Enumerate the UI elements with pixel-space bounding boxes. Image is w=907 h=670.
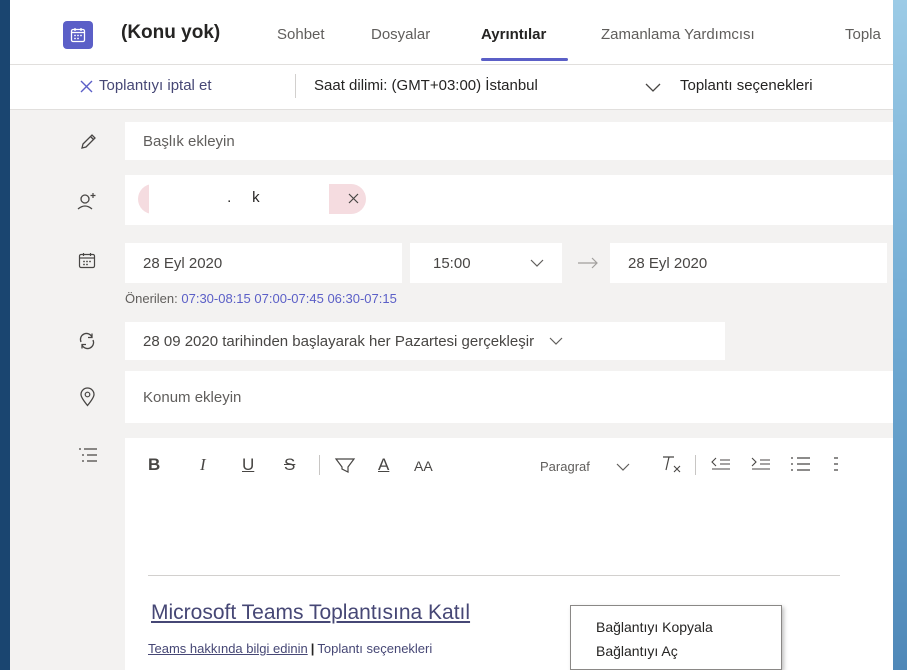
tab-ayrintilar[interactable]: Ayrıntılar	[481, 26, 546, 43]
remove-attendee-icon[interactable]	[348, 193, 359, 204]
recurrence-dropdown[interactable]: 28 09 2020 tarihinden başlayarak her Paz…	[125, 322, 725, 360]
strikethrough-button[interactable]: S	[284, 455, 295, 475]
highlighter-icon[interactable]	[334, 456, 356, 474]
bullet-list-icon[interactable]	[790, 456, 812, 472]
end-date-input[interactable]: 28 Eyl 2020	[610, 243, 887, 283]
teams-meeting-window: (Konu yok) Sohbet Dosyalar Ayrıntılar Za…	[10, 0, 893, 670]
details-list-icon	[79, 448, 97, 462]
active-tab-indicator	[481, 58, 568, 61]
background-left-band	[0, 0, 10, 670]
attendee-chip[interactable]: . k	[138, 184, 366, 214]
calendar-date-icon	[78, 253, 96, 269]
suggested-slot[interactable]: 06:30-07:15	[327, 291, 396, 306]
open-link-menu-item[interactable]: Bağlantıyı Aç	[596, 643, 678, 659]
editor-divider	[148, 575, 840, 576]
repeat-icon	[79, 332, 95, 350]
add-person-icon	[77, 193, 96, 210]
bold-button[interactable]: B	[148, 455, 160, 475]
chevron-down-icon[interactable]	[645, 83, 661, 93]
paragraph-chevron-icon[interactable]	[616, 463, 630, 472]
pencil-icon	[81, 134, 96, 149]
tab-topla[interactable]: Topla	[845, 26, 881, 43]
tab-dosyalar[interactable]: Dosyalar	[371, 26, 430, 43]
meeting-options-link[interactable]: Toplantı seçenekleri	[317, 641, 432, 656]
clear-formatting-icon[interactable]	[660, 454, 682, 474]
underline-button[interactable]: U	[242, 455, 254, 475]
recurrence-chevron-icon	[549, 337, 563, 345]
link-context-menu: Bağlantıyı Kopyala Bağlantıyı Aç	[570, 605, 782, 670]
suggested-label: Önerilen:	[125, 291, 178, 306]
decrease-indent-icon[interactable]	[710, 456, 732, 472]
calendar-icon	[63, 21, 93, 49]
numbered-list-icon[interactable]	[833, 456, 839, 472]
suggested-slot[interactable]: 07:00-07:45	[254, 291, 323, 306]
meeting-footer-links: Teams hakkında bilgi edinin | Toplantı seç…	[148, 641, 432, 656]
meeting-options-button[interactable]: Toplantı seçenekleri	[680, 77, 813, 94]
start-date-input[interactable]: 28 Eyl 2020	[125, 243, 402, 283]
background-right-band	[893, 0, 907, 670]
join-teams-meeting-link[interactable]: Microsoft Teams Toplantısına Katıl	[151, 601, 470, 625]
arrow-right-icon	[578, 257, 598, 269]
learn-about-teams-link[interactable]: Teams hakkında bilgi edinin	[148, 641, 308, 656]
timezone-dropdown[interactable]: Saat dilimi: (GMT+03:00) İstanbul	[314, 77, 538, 94]
format-divider	[319, 455, 320, 475]
link-separator: |	[310, 641, 315, 656]
start-time-value: 15:00	[433, 254, 471, 272]
location-pin-icon	[80, 387, 95, 407]
format-divider	[695, 455, 696, 475]
meeting-title: (Konu yok)	[121, 22, 221, 43]
time-chevron-down-icon[interactable]	[530, 259, 544, 268]
meeting-toolbar: Toplantıyı iptal et Saat dilimi: (GMT+03…	[10, 65, 893, 110]
recurrence-value: 28 09 2020 tarihinden başlayarak her Paz…	[143, 332, 535, 350]
font-color-button[interactable]: A	[378, 455, 389, 475]
location-input[interactable]: Konum ekleyin	[125, 371, 893, 423]
font-size-button[interactable]: AA	[414, 458, 433, 474]
increase-indent-icon[interactable]	[750, 456, 772, 472]
suggested-slot[interactable]: 07:30-08:15	[181, 291, 250, 306]
tab-sohbet[interactable]: Sohbet	[277, 26, 325, 43]
close-icon[interactable]	[80, 80, 93, 93]
meeting-header: (Konu yok) Sohbet Dosyalar Ayrıntılar Za…	[10, 0, 893, 65]
tab-zamanlama-yardimcisi[interactable]: Zamanlama Yardımcısı	[601, 26, 755, 43]
cancel-meeting-button[interactable]: Toplantıyı iptal et	[99, 77, 212, 94]
italic-button[interactable]: I	[200, 455, 206, 475]
paragraph-dropdown[interactable]: Paragraf	[540, 459, 590, 474]
title-input[interactable]: Başlık ekleyin	[125, 122, 893, 160]
attendee-chip-label: . k	[223, 189, 260, 206]
suggested-times: Önerilen: 07:30-08:15 07:00-07:45 06:30-…	[125, 291, 397, 306]
copy-link-menu-item[interactable]: Bağlantıyı Kopyala	[596, 619, 713, 635]
toolbar-divider	[295, 74, 296, 98]
